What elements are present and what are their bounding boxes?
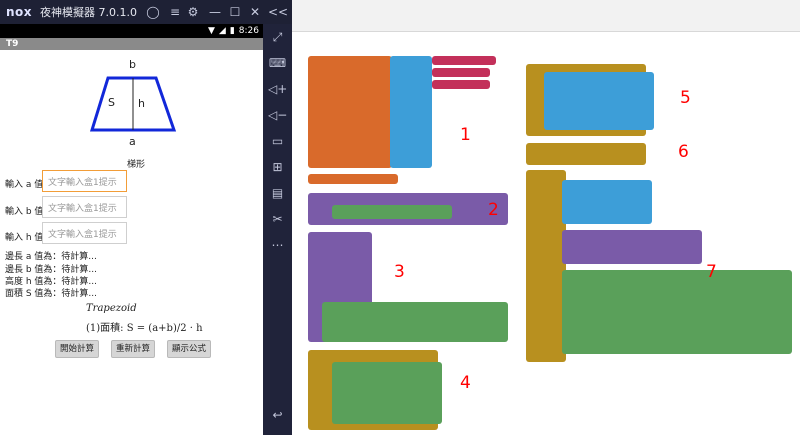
- minimize-icon[interactable]: —: [206, 3, 224, 21]
- keyboard-icon[interactable]: ⌨: [268, 54, 287, 73]
- scissors-icon[interactable]: ✂: [268, 210, 287, 229]
- start-button[interactable]: 開始計算: [55, 340, 99, 358]
- more-icon[interactable]: ⋯: [268, 236, 287, 255]
- trapezoid-figure: [89, 76, 177, 132]
- emulator-window: nox 夜神模擬器 7.0.1.0 ◯ ≡ ⚙ — ☐ ✕ << ▼ ◢ ▮ 8…: [0, 0, 292, 435]
- formula-title: Trapezoid: [86, 303, 137, 314]
- multi-instance-icon[interactable]: ▤: [268, 184, 287, 203]
- create-list-block[interactable]: [390, 56, 432, 168]
- math-block[interactable]: [332, 205, 452, 219]
- math-block[interactable]: [562, 270, 792, 354]
- status-time: 8:26: [238, 26, 259, 36]
- global-init-block[interactable]: [308, 56, 392, 168]
- input-h-field[interactable]: 文字輸入盒1提示: [42, 222, 127, 244]
- text-block[interactable]: [432, 56, 496, 65]
- result-a: 邊長 a 值為：待計算...: [5, 252, 97, 262]
- event-block[interactable]: [526, 170, 566, 362]
- formula-text: (1)面積: S = (a+b)/2 · h: [86, 323, 203, 334]
- input-b-field[interactable]: 文字輸入盒1提示: [42, 196, 127, 218]
- collapse-sidebar-button[interactable]: <<: [268, 3, 288, 21]
- annotation-1: 1: [460, 125, 471, 145]
- if-block[interactable]: [562, 180, 652, 224]
- settings-icon[interactable]: ⚙: [184, 3, 202, 21]
- set-block[interactable]: [332, 362, 442, 424]
- input-a-field[interactable]: 文字輸入盒1提示: [42, 170, 127, 192]
- text-block[interactable]: [432, 68, 490, 77]
- account-icon[interactable]: ◯: [144, 3, 162, 21]
- wifi-icon: ▼: [207, 26, 215, 36]
- annotation-6: 6: [678, 142, 689, 162]
- label-h: h: [138, 97, 145, 110]
- add-apk-icon[interactable]: ⊞: [268, 158, 287, 177]
- menu-icon[interactable]: ≡: [166, 3, 184, 21]
- annotation-3: 3: [394, 262, 405, 282]
- reset-button[interactable]: 重新計算: [111, 340, 155, 358]
- maximize-icon[interactable]: ☐: [226, 3, 244, 21]
- annotation-5: 5: [680, 88, 691, 108]
- editor-toolbar: [292, 0, 800, 32]
- signal-icon: ◢: [218, 26, 226, 36]
- emulator-titlebar: nox 夜神模擬器 7.0.1.0 ◯ ≡ ⚙ — ☐ ✕ <<: [0, 0, 292, 24]
- label-b: b: [129, 58, 136, 71]
- annotation-7: 7: [706, 262, 717, 282]
- math-block[interactable]: [322, 302, 508, 342]
- emulator-title: 夜神模擬器 7.0.1.0: [40, 6, 138, 19]
- phone-screen: ▼ ◢ ▮ 8:26 T9 b S h a 梯形 輸入 a 值 : 文字輸入盒1…: [0, 24, 263, 435]
- event-block[interactable]: [526, 143, 646, 165]
- back-icon[interactable]: ↩: [268, 406, 287, 425]
- blocks-editor: 1 2 3 4 5 6 7: [292, 0, 800, 435]
- fullscreen-icon[interactable]: ⤢: [268, 28, 287, 47]
- call-block[interactable]: [562, 230, 702, 264]
- label-s: S: [108, 96, 115, 109]
- param-block[interactable]: [342, 240, 372, 310]
- app-titlebar: T9: [0, 38, 263, 50]
- nox-logo: nox: [6, 5, 33, 19]
- annotation-2: 2: [488, 200, 499, 220]
- label-a: a: [129, 135, 136, 148]
- annotation-4: 4: [460, 373, 471, 393]
- emulator-sidebar: ⤢ ⌨ ◁+ ◁− ▭ ⊞ ▤ ✂ ⋯ ↩: [263, 24, 292, 435]
- shape-caption: 梯形: [127, 160, 146, 170]
- close-icon[interactable]: ✕: [246, 3, 264, 21]
- global-init-block[interactable]: [308, 174, 398, 184]
- battery-icon: ▮: [229, 26, 235, 36]
- android-statusbar: ▼ ◢ ▮ 8:26: [0, 24, 263, 38]
- volume-up-icon[interactable]: ◁+: [268, 80, 287, 99]
- if-block[interactable]: [544, 72, 654, 130]
- screenshot-icon[interactable]: ▭: [268, 132, 287, 151]
- show-formula-button[interactable]: 顯示公式: [167, 340, 211, 358]
- volume-down-icon[interactable]: ◁−: [268, 106, 287, 125]
- text-block[interactable]: [432, 80, 490, 89]
- result-s: 面積 S 值為：待計算...: [5, 289, 98, 299]
